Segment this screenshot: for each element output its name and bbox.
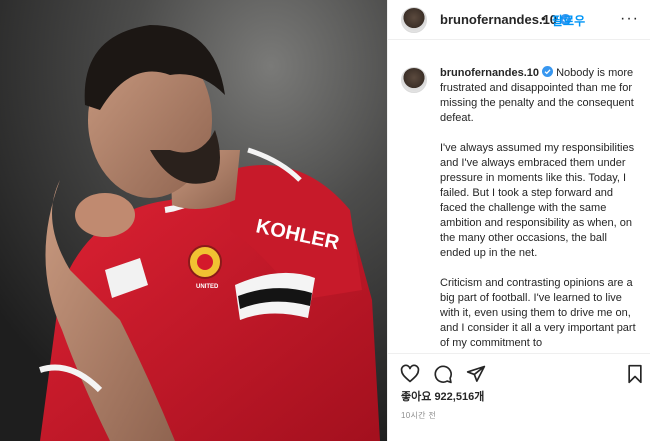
caption-text: brunofernandes.10 Nobody is more frustra…	[440, 66, 640, 353]
post-photo-illustration: KOHLER UNITED	[0, 0, 387, 441]
caption-avatar[interactable]	[401, 67, 427, 93]
caption-paragraph-3: Criticism and contrasting opinions are a…	[440, 277, 636, 349]
caption-author[interactable]: brunofernandes.10	[440, 67, 539, 79]
header-separator: •	[541, 11, 546, 26]
caption-verified-badge-icon	[542, 66, 554, 77]
caption-paragraph-2: I've always assumed my responsibilities …	[440, 142, 635, 259]
comment-icon[interactable]	[433, 364, 453, 384]
share-icon[interactable]	[466, 364, 486, 384]
caption-section: brunofernandes.10 Nobody is more frustra…	[388, 48, 650, 353]
likes-label[interactable]: 좋아요	[401, 391, 431, 403]
bookmark-icon[interactable]	[625, 364, 645, 384]
header-username-text[interactable]: brunofernandes.10	[440, 12, 557, 27]
heart-icon[interactable]	[400, 364, 420, 384]
post-details-panel: brunofernandes.10 • 팔로우 ··· brunofernand…	[387, 0, 650, 441]
crest-text: UNITED	[196, 284, 219, 290]
likes-number[interactable]: 922,516개	[434, 391, 484, 403]
post-header: brunofernandes.10 • 팔로우 ···	[388, 0, 650, 40]
caption-paragraph-1: brunofernandes.10 Nobody is more frustra…	[440, 66, 640, 126]
more-options-icon[interactable]: ···	[620, 10, 639, 28]
post-photo[interactable]: KOHLER UNITED	[0, 0, 387, 441]
follow-button[interactable]: 팔로우	[552, 12, 585, 29]
post-timestamp[interactable]: 10시간 전	[401, 410, 436, 421]
header-avatar[interactable]	[401, 7, 427, 33]
likes-count[interactable]: 좋아요 922,516개	[401, 388, 484, 404]
post-actions: 좋아요 922,516개 10시간 전	[388, 353, 650, 441]
